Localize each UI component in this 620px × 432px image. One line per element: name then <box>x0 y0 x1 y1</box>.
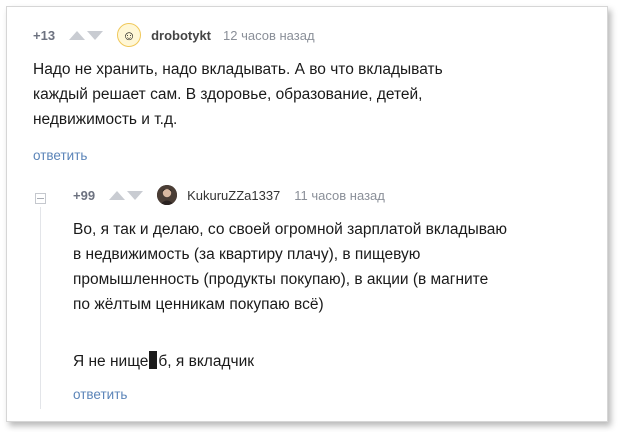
comment-header: +99 KukuruZZa1337 11 часов назад <box>73 183 385 207</box>
comment-line: недвижимость и т.д. <box>33 111 178 128</box>
comment-header: +13 ☺ drobotykt 12 часов назад <box>33 23 315 47</box>
comment-rating: +13 <box>33 27 56 43</box>
comment-line: по жёлтым ценникам покупаю всё) <box>73 296 324 313</box>
reply-link[interactable]: ответить <box>33 148 87 163</box>
collapse-thread-icon[interactable] <box>35 193 46 204</box>
comment-line: Во, я так и делаю, со своей огромной зар… <box>73 221 508 238</box>
censor-block <box>149 351 158 369</box>
comment-line-part: Я не нище <box>73 353 149 370</box>
comment-line: Я не нище б, я вкладчик <box>73 349 507 374</box>
comment-time[interactable]: 12 часов назад <box>223 28 315 43</box>
comment-line: в недвижимость (за квартиру плачу), в пи… <box>73 246 421 263</box>
thread-line[interactable] <box>40 207 41 409</box>
reply-link[interactable]: ответить <box>73 387 127 402</box>
comment-line: каждый решает сам. В здоровье, образован… <box>33 86 423 103</box>
comment-body: Надо не хранить, надо вкладывать. А во ч… <box>33 57 443 132</box>
comment-line: промышленность (продукты покупаю), в акц… <box>73 271 489 288</box>
triangle-down-icon[interactable] <box>87 30 104 40</box>
screenshot-frame: +13 ☺ drobotykt 12 часов назад Надо не х… <box>6 6 608 422</box>
comment-line: Надо не хранить, надо вкладывать. А во ч… <box>33 61 443 78</box>
comment-username[interactable]: drobotykt <box>151 28 211 43</box>
triangle-up-icon[interactable] <box>69 30 86 40</box>
user-photo-avatar-icon <box>157 185 178 205</box>
comment-time[interactable]: 11 часов назад <box>294 188 385 203</box>
comment-line-part: б, я вкладчик <box>158 353 255 370</box>
user-photo-avatar-icon[interactable] <box>157 185 178 205</box>
triangle-down-icon[interactable] <box>127 190 144 200</box>
comment-username[interactable]: KukuruZZa1337 <box>187 188 280 203</box>
smiley-avatar-icon[interactable]: ☺ <box>117 23 142 47</box>
triangle-up-icon[interactable] <box>109 190 126 200</box>
comment-body: Во, я так и делаю, со своей огромной зар… <box>73 217 507 374</box>
comment-rating: +99 <box>73 187 96 203</box>
